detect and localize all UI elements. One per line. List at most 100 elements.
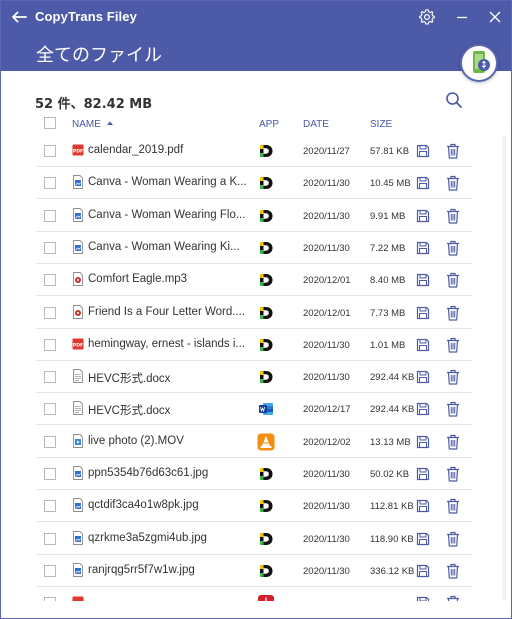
column-header-date[interactable]: DATE <box>303 119 329 130</box>
file-row[interactable]: Friend Is a Four Letter Word.... 2020/12… <box>36 297 472 329</box>
file-row[interactable]: qzrkme3a5zgmi4ub.jpg 2020/11/30 118.90 K… <box>36 523 472 555</box>
file-name: Comfort Eagle.mp3 <box>88 273 188 286</box>
trash-icon[interactable] <box>445 239 461 257</box>
save-icon[interactable] <box>415 240 431 256</box>
file-row[interactable]: Canva - Woman Wearing Flo... 2020/11/30 … <box>36 200 472 232</box>
file-name: HEVC形式.docx <box>88 373 171 386</box>
file-date: 2020/11/30 <box>303 501 350 513</box>
phone-icon <box>473 51 490 73</box>
save-icon[interactable] <box>415 208 431 224</box>
documents-app-icon <box>260 306 273 319</box>
documents-app-icon <box>260 209 273 222</box>
file-date: 2020/11/30 <box>303 372 350 384</box>
row-checkbox[interactable] <box>44 468 56 480</box>
video-file-icon <box>73 433 83 448</box>
row-checkbox[interactable] <box>44 338 56 351</box>
column-header-size[interactable]: SIZE <box>370 119 392 130</box>
row-checkbox[interactable] <box>44 500 56 513</box>
trash-icon[interactable] <box>445 530 461 548</box>
file-row[interactable]: PDF <box>36 587 472 601</box>
trash-icon[interactable] <box>445 400 461 418</box>
save-icon[interactable] <box>415 401 431 417</box>
column-header-app[interactable]: APP <box>259 119 279 130</box>
column-header-name[interactable]: NAME <box>72 119 114 130</box>
back-arrow-icon[interactable] <box>10 8 28 26</box>
file-size: 10.45 MB <box>370 178 411 190</box>
save-icon[interactable] <box>415 175 431 191</box>
image-file-icon <box>73 239 83 254</box>
bottom-strip <box>1 601 511 618</box>
save-icon[interactable] <box>415 531 431 547</box>
trash-icon[interactable] <box>445 207 461 225</box>
page-title: 全てのファイル <box>36 45 162 66</box>
device-button[interactable] <box>460 44 498 82</box>
file-size: 7.73 MB <box>370 307 406 319</box>
row-checkbox[interactable] <box>44 145 56 157</box>
row-checkbox[interactable] <box>44 274 56 287</box>
file-row[interactable]: HEVC形式.docx 2020/11/30 292.44 KB <box>36 361 472 394</box>
file-row[interactable]: Comfort Eagle.mp3 2020/12/01 8.40 MB <box>36 264 472 297</box>
pdf-file-icon: PDF <box>72 144 84 156</box>
select-all-checkbox[interactable] <box>44 117 56 129</box>
search-icon[interactable] <box>444 90 464 110</box>
file-row[interactable]: qctdif3ca4o1w8pk.jpg 2020/11/30 112.81 K… <box>36 490 472 523</box>
trash-icon[interactable] <box>445 465 461 483</box>
file-row[interactable]: HEVC形式.docx 2020/12/17 292.44 KB <box>36 393 472 426</box>
trash-icon[interactable] <box>445 594 461 601</box>
documents-app-icon <box>260 177 273 190</box>
file-date: 2020/11/30 <box>303 469 350 480</box>
file-size: 13.13 MB <box>370 436 411 448</box>
save-icon[interactable] <box>415 466 431 482</box>
scrollbar[interactable] <box>501 135 507 601</box>
file-size: 292.44 KB <box>370 404 415 416</box>
save-icon[interactable] <box>415 337 431 353</box>
file-row[interactable]: live photo (2).MOV 2020/12/02 13.13 MB <box>36 426 472 458</box>
file-name: calendar_2019.pdf <box>88 144 184 156</box>
row-checkbox[interactable] <box>44 241 56 254</box>
save-icon[interactable] <box>415 305 431 321</box>
file-date: 2020/12/01 <box>303 275 351 287</box>
file-row[interactable]: ranjrqg5rr5f7w1w.jpg 2020/11/30 336.12 K… <box>36 555 472 587</box>
row-checkbox[interactable] <box>44 532 56 545</box>
minimize-icon[interactable] <box>453 8 471 26</box>
save-icon[interactable] <box>415 272 431 288</box>
save-icon[interactable] <box>415 563 431 579</box>
trash-icon[interactable] <box>445 304 461 322</box>
trash-icon[interactable] <box>445 271 461 289</box>
trash-icon[interactable] <box>445 497 461 515</box>
file-row[interactable]: PDF calendar_2019.pdf 2020/11/27 57.81 K… <box>36 135 472 167</box>
file-row[interactable]: Canva - Woman Wearing a K... 2020/11/30 … <box>36 167 472 200</box>
file-row[interactable]: ppn5354b76d63c61.jpg 2020/11/30 50.02 KB <box>36 458 472 490</box>
row-checkbox[interactable] <box>44 306 56 319</box>
file-name: Canva - Woman Wearing Ki... <box>88 240 240 253</box>
documents-app-icon <box>260 274 273 287</box>
trash-icon[interactable] <box>445 174 461 192</box>
trash-icon[interactable] <box>445 562 461 580</box>
file-row[interactable]: PDF hemingway, ernest - islands i... 202… <box>36 329 472 361</box>
save-icon[interactable] <box>415 143 431 159</box>
row-checkbox[interactable] <box>44 435 56 448</box>
row-checkbox[interactable] <box>44 177 56 190</box>
row-checkbox[interactable] <box>44 403 56 416</box>
close-icon[interactable] <box>486 8 504 26</box>
file-name: Canva - Woman Wearing Flo... <box>88 208 246 221</box>
save-icon[interactable] <box>415 369 431 385</box>
row-checkbox[interactable] <box>44 209 56 222</box>
file-size: 9.91 MB <box>370 210 406 222</box>
save-icon[interactable] <box>415 434 431 450</box>
trash-icon[interactable] <box>445 433 461 451</box>
row-checkbox[interactable] <box>44 564 56 577</box>
header-bar: CopyTrans Filey 全てのファイル <box>1 1 511 71</box>
documents-app-icon <box>260 145 273 157</box>
gear-icon[interactable] <box>418 8 436 26</box>
file-row[interactable]: Canva - Woman Wearing Ki... 2020/11/30 7… <box>36 232 472 264</box>
file-date: 2020/11/30 <box>303 339 350 351</box>
trash-icon[interactable] <box>445 368 461 386</box>
trash-icon[interactable] <box>445 142 461 160</box>
save-icon[interactable] <box>415 498 431 514</box>
row-checkbox[interactable] <box>44 371 56 384</box>
documents-app-icon <box>260 564 273 577</box>
svg-text:PDF: PDF <box>73 149 83 155</box>
svg-text:PDF: PDF <box>73 342 83 348</box>
trash-icon[interactable] <box>445 336 461 354</box>
